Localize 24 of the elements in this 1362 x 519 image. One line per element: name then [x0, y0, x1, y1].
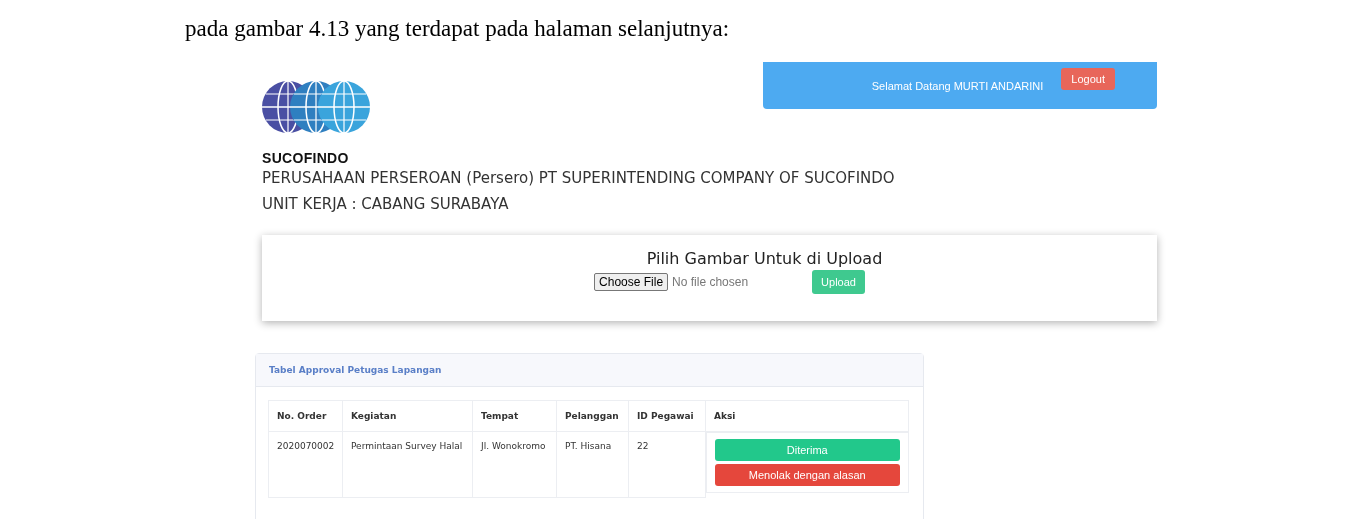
company-name: PERUSAHAAN PERSEROAN (Persero) PT SUPERINTENDING COMPANY OF SUCOFINDO — [262, 168, 896, 189]
file-status-text: No file chosen — [672, 275, 750, 289]
table-cell: Permintaan Survey Halal — [342, 431, 473, 498]
table-cell: PT. Hisana — [556, 431, 629, 498]
accept-button[interactable]: Diterima — [715, 439, 900, 461]
upload-button[interactable]: Upload — [812, 270, 865, 294]
logo-wordmark: SUCOFINDO — [262, 151, 349, 165]
column-header: Kegiatan — [342, 400, 473, 432]
upload-title: Pilih Gambar Untuk di Upload — [646, 249, 883, 268]
choose-file-button[interactable]: Choose File — [594, 273, 669, 291]
welcome-text: Selamat Datang MURTI ANDARINI — [871, 79, 1044, 92]
logout-button[interactable]: Logout — [1061, 67, 1115, 90]
intro-paragraph: pada gambar 4.13 yang terdapat pada halaman selanjutnya: — [184, 15, 731, 43]
table-cell: 22 — [628, 431, 706, 498]
table-cell: Jl. Wonokromo — [472, 431, 557, 498]
column-header: Pelanggan — [556, 400, 629, 432]
unit-label: UNIT KERJA : CABANG SURABAYA — [262, 194, 510, 215]
column-header: No. Order — [268, 400, 343, 432]
column-header: ID Pegawai — [628, 400, 706, 432]
table-title: Tabel Approval Petugas Lapangan — [269, 365, 442, 375]
column-header: Aksi — [705, 400, 909, 432]
reject-button[interactable]: Menolak dengan alasan — [715, 464, 900, 486]
table-cell: 2020070002 — [268, 431, 343, 498]
column-header: Tempat — [472, 400, 557, 432]
